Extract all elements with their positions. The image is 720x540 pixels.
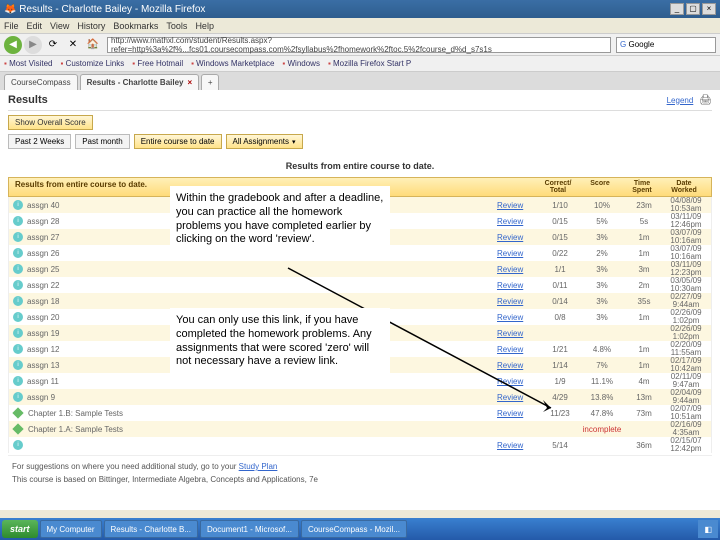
menu-edit[interactable]: Edit — [27, 21, 43, 31]
print-icon[interactable]: 🖨 — [699, 95, 712, 106]
filter-past-2-weeks[interactable]: Past 2 Weeks — [8, 134, 71, 149]
filter-past-month[interactable]: Past month — [75, 134, 129, 149]
start-button[interactable]: start — [2, 520, 38, 538]
task-word[interactable]: Document1 - Microsof... — [200, 520, 299, 538]
stop-button[interactable]: ✕ — [64, 36, 82, 54]
back-button[interactable]: ◀ — [4, 36, 22, 54]
menu-history[interactable]: History — [77, 21, 105, 31]
maximize-button[interactable]: ▢ — [686, 3, 700, 15]
bookmarks-toolbar: Most Visited Customize Links Free Hotmai… — [0, 56, 720, 72]
bookmark-firefox-start[interactable]: Mozilla Firefox Start P — [328, 59, 411, 68]
legend-link[interactable]: Legend — [667, 96, 694, 105]
system-tray[interactable]: ◧ — [698, 520, 718, 538]
close-tab-icon[interactable]: × — [188, 78, 193, 87]
task-results[interactable]: Results - Charlotte B... — [104, 520, 198, 538]
windows-taskbar: start My Computer Results - Charlotte B.… — [0, 518, 720, 540]
menu-view[interactable]: View — [50, 21, 69, 31]
search-bar[interactable]: G Google — [616, 37, 716, 53]
show-overall-score-button[interactable]: Show Overall Score — [8, 115, 93, 130]
bookmark-customize[interactable]: Customize Links — [61, 59, 125, 68]
new-tab-button[interactable]: + — [201, 74, 219, 90]
minimize-button[interactable]: _ — [670, 3, 684, 15]
url-bar[interactable]: http://www.mathxl.com/student/Results.as… — [107, 37, 611, 53]
page-content: Results Legend 🖨 Show Overall Score Past… — [0, 90, 720, 510]
bookmark-most-visited[interactable]: Most Visited — [4, 59, 53, 68]
page-title: Results — [8, 94, 48, 106]
callout-zero: You can only use this link, if you have … — [170, 308, 390, 375]
task-coursecompass[interactable]: CourseCompass - Mozil... — [301, 520, 407, 538]
tab-results[interactable]: Results - Charlotte Bailey× — [80, 74, 200, 90]
bookmark-hotmail[interactable]: Free Hotmail — [132, 59, 183, 68]
menu-help[interactable]: Help — [195, 21, 214, 31]
menu-bar: File Edit View History Bookmarks Tools H… — [0, 18, 720, 34]
tab-coursecompass[interactable]: CourseCompass — [4, 74, 78, 90]
bookmark-windows[interactable]: Windows — [282, 59, 320, 68]
chevron-down-icon: ▾ — [292, 138, 296, 146]
menu-file[interactable]: File — [4, 21, 19, 31]
menu-tools[interactable]: Tools — [166, 21, 187, 31]
filter-entire-course[interactable]: Entire course to date — [134, 134, 222, 149]
firefox-icon: 🦊 — [4, 4, 16, 15]
tab-strip: CourseCompass Results - Charlotte Bailey… — [0, 72, 720, 90]
close-button[interactable]: × — [702, 3, 716, 15]
window-titlebar: 🦊 Results - Charlotte Bailey - Mozilla F… — [0, 0, 720, 18]
forward-button[interactable]: ▶ — [24, 36, 42, 54]
callout-review: Within the gradebook and after a deadlin… — [170, 186, 390, 253]
filter-all-assignments[interactable]: All Assignments▾ — [226, 134, 303, 149]
reload-button[interactable]: ⟳ — [44, 36, 62, 54]
window-title: Results - Charlotte Bailey - Mozilla Fir… — [19, 4, 205, 15]
task-my-computer[interactable]: My Computer — [40, 520, 102, 538]
nav-toolbar: ◀ ▶ ⟳ ✕ 🏠 http://www.mathxl.com/student/… — [0, 34, 720, 56]
home-button[interactable]: 🏠 — [84, 36, 102, 54]
bookmark-marketplace[interactable]: Windows Marketplace — [191, 59, 274, 68]
menu-bookmarks[interactable]: Bookmarks — [113, 21, 158, 31]
